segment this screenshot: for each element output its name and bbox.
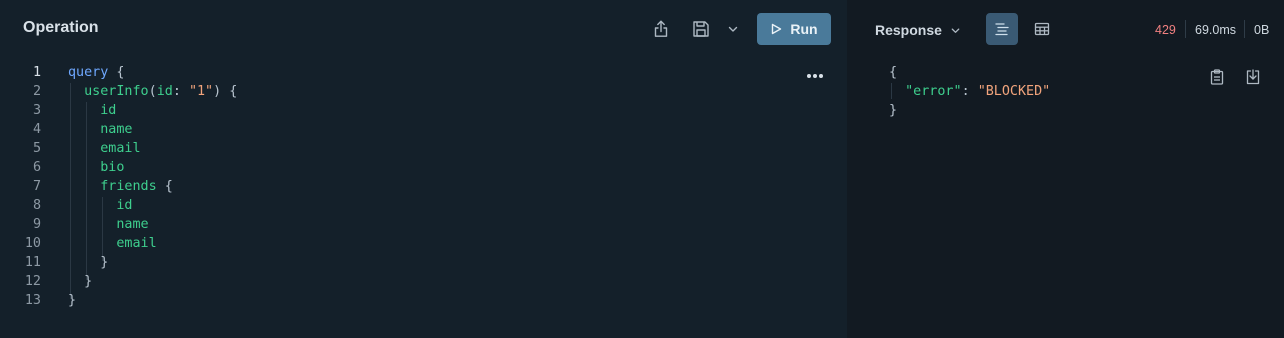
code-text: friends { [68, 177, 173, 196]
code-token: } [889, 103, 898, 118]
line-number: 12 [24, 274, 41, 289]
response-menu[interactable]: Response [875, 22, 961, 38]
code-text: name [68, 215, 149, 234]
run-button[interactable]: Run [757, 13, 831, 45]
code-text: email [68, 234, 157, 253]
divider [1185, 20, 1186, 38]
divider [1244, 20, 1245, 38]
response-line: { [889, 63, 897, 82]
query-editor[interactable]: 1 query {2 userInfo(id: "1") {3 id 4 name 5… [0, 61, 847, 321]
code-text: email [68, 139, 141, 158]
code-token: "error" [905, 84, 962, 99]
line-number: 6 [32, 160, 41, 175]
line-number: 10 [24, 236, 41, 251]
response-line: } [889, 101, 897, 120]
download-icon [1246, 69, 1260, 85]
status-code: 429 [1155, 23, 1176, 37]
code-token: } [68, 274, 93, 289]
save-menu-button[interactable] [721, 17, 745, 41]
download-response-button[interactable] [1241, 65, 1265, 89]
response-line: "error": "BLOCKED" [889, 82, 1050, 101]
code-token: } [68, 293, 77, 308]
response-panel [847, 0, 1284, 338]
response-size: 0B [1254, 23, 1270, 37]
code-text: userInfo(id: "1") { [68, 82, 237, 101]
code-text: bio [68, 158, 124, 177]
code-token: "BLOCKED" [977, 84, 1051, 99]
line-number: 2 [32, 84, 41, 99]
table-view-button[interactable] [1026, 13, 1058, 45]
code-text: } [68, 272, 92, 291]
code-token: : [961, 84, 978, 99]
code-text: id [68, 196, 133, 215]
play-icon [772, 23, 782, 35]
code-token: { [156, 179, 173, 194]
code-text: query { [68, 63, 124, 82]
code-token: ( [148, 84, 157, 99]
copy-icon [1210, 69, 1224, 85]
share-icon [654, 20, 668, 37]
response-title: Response [875, 22, 942, 38]
operation-title: Operation [23, 19, 99, 36]
more-icon [807, 74, 811, 78]
line-number: 5 [32, 141, 41, 156]
line-number: 8 [32, 198, 41, 213]
line-number: 4 [32, 122, 41, 137]
chevron-down-icon [728, 26, 738, 32]
code-token: id [68, 103, 117, 118]
text-view-button[interactable] [986, 13, 1018, 45]
code-token: } [68, 255, 109, 270]
code-token: id [156, 84, 173, 99]
code-text: } [68, 291, 76, 310]
code-token: email [68, 141, 141, 156]
run-label: Run [790, 21, 818, 37]
text-view-icon [995, 23, 1009, 36]
code-text: id [68, 101, 116, 120]
share-button[interactable] [649, 17, 673, 41]
code-token: ) { [213, 84, 238, 99]
copy-response-button[interactable] [1205, 65, 1229, 89]
code-token: { [889, 65, 898, 80]
code-token: : [172, 84, 189, 99]
code-text: } [68, 253, 108, 272]
code-token: query [68, 65, 109, 80]
code-token: name [68, 122, 133, 137]
table-view-icon [1034, 22, 1050, 36]
code-token: bio [68, 160, 125, 175]
response-time: 69.0ms [1195, 23, 1236, 37]
code-token: "1" [188, 84, 214, 99]
line-number: 9 [32, 217, 41, 232]
more-icon-dot [813, 74, 817, 78]
line-number: 1 [32, 65, 41, 80]
code-token: id [68, 198, 133, 213]
line-number: 3 [32, 103, 41, 118]
chevron-down-icon [951, 27, 960, 33]
line-number: 13 [24, 293, 41, 308]
code-token: userInfo [68, 84, 149, 99]
line-number: 7 [32, 179, 41, 194]
code-token: name [68, 217, 149, 232]
code-token: friends [68, 179, 157, 194]
save-icon [693, 21, 709, 37]
more-options-button[interactable] [805, 66, 825, 86]
code-text: name [68, 120, 133, 139]
save-button[interactable] [689, 17, 713, 41]
line-number: 11 [24, 255, 41, 270]
more-icon-dot [819, 74, 823, 78]
code-token: { [108, 65, 125, 80]
code-token: email [68, 236, 157, 251]
